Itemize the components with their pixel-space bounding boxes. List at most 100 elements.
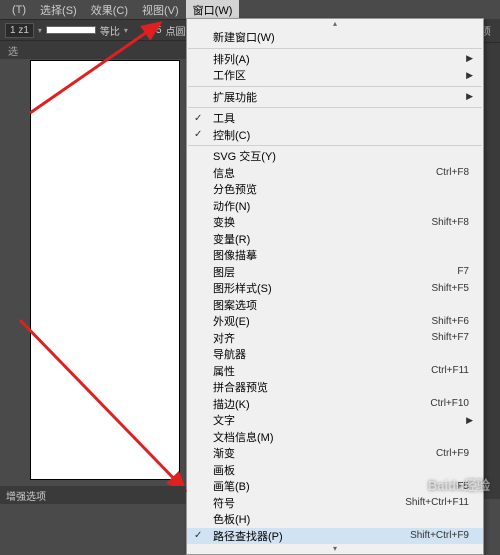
check-icon: ✓ [194, 530, 202, 541]
menu-select[interactable]: 选择(S) [33, 0, 84, 20]
menu-item[interactable]: 对齐 Shift+F7 [187, 330, 483, 347]
menu-item-label: 动作(N) [213, 198, 250, 214]
menu-item-label: 扩展功能 [213, 89, 257, 105]
menu-item[interactable]: 变换 Shift+F8 [187, 214, 483, 231]
menu-item-label: 拼合器预览 [213, 379, 268, 395]
menu-item[interactable]: 画板 [187, 462, 483, 479]
menu-shortcut: Ctrl+F11 [431, 365, 475, 376]
menu-item[interactable]: 图层 F7 [187, 264, 483, 281]
menu-item[interactable]: 新建窗口(W) [187, 29, 483, 46]
menu-item-label: 路径查找器(P) [213, 528, 283, 544]
menu-item[interactable]: 拼合器预览 [187, 379, 483, 396]
chevron-down-icon[interactable]: ▾ [38, 26, 42, 35]
check-icon: ✓ [194, 129, 202, 140]
menu-item-label: 控制(C) [213, 127, 250, 143]
zoom-field[interactable]: 1 z1 [5, 23, 34, 38]
stroke-label: 等比 [100, 23, 120, 38]
menu-item-label: 图像描摹 [213, 247, 257, 263]
submenu-arrow-icon: ▶ [466, 415, 475, 426]
menu-item[interactable]: 分色预览 [187, 181, 483, 198]
menu-item[interactable]: ✓ 工具 [187, 110, 483, 127]
menu-shortcut: F7 [457, 266, 475, 277]
points-field[interactable]: 5 [156, 25, 162, 36]
scroll-down-icon[interactable]: ▾ [187, 544, 483, 554]
menu-t[interactable]: (T) [5, 2, 33, 18]
menu-item-label: 图形样式(S) [213, 280, 272, 296]
menu-item[interactable]: 文档信息(M) [187, 429, 483, 446]
menu-item[interactable]: 动作(N) [187, 198, 483, 215]
menu-item[interactable]: 导航器 [187, 346, 483, 363]
menu-item[interactable]: 图案选项 [187, 297, 483, 314]
menu-item-label: 属性 [213, 363, 235, 379]
menu-item[interactable]: 外观(E) Shift+F6 [187, 313, 483, 330]
menu-separator [188, 107, 482, 108]
menu-shortcut: Shift+F6 [431, 316, 475, 327]
menu-item[interactable]: 色板(H) [187, 511, 483, 528]
menu-shortcut: Ctrl+F10 [430, 398, 475, 409]
menu-shortcut: F5 [457, 481, 475, 492]
menu-item[interactable]: 工作区 ▶ [187, 67, 483, 84]
menu-item-label: 画笔(B) [213, 478, 250, 494]
tab-label[interactable]: 选 [8, 47, 18, 58]
menu-item-label: 外观(E) [213, 313, 250, 329]
menu-shortcut: Shift+F5 [431, 283, 475, 294]
menu-shortcut: Shift+Ctrl+F11 [405, 497, 475, 508]
menu-item-label: 符号 [213, 495, 235, 511]
stroke-preview [46, 26, 96, 34]
menu-item-label: 画板 [213, 462, 235, 478]
menu-shortcut: Shift+Ctrl+F9 [410, 530, 475, 541]
menu-item-label: 文档信息(M) [213, 429, 274, 445]
menu-item[interactable]: ✓ 控制(C) [187, 127, 483, 144]
menu-item[interactable]: 画笔(B) F5 [187, 478, 483, 495]
menu-item-label: 信息 [213, 165, 235, 181]
menu-item[interactable]: 符号 Shift+Ctrl+F11 [187, 495, 483, 512]
menu-item[interactable]: 描边(K)Ctrl+F10 [187, 396, 483, 413]
menu-item-label: 导航器 [213, 346, 246, 362]
menu-view[interactable]: 视图(V) [135, 0, 186, 20]
chevron-down-icon[interactable]: ▾ [124, 26, 128, 35]
menu-item[interactable]: SVG 交互(Y) [187, 148, 483, 165]
menu-window[interactable]: 窗口(W) [186, 0, 240, 20]
menu-separator [188, 145, 482, 146]
menu-item-label: 工具 [213, 110, 235, 126]
submenu-arrow-icon: ▶ [466, 91, 475, 102]
menu-item[interactable]: ✓ 路径查找器(P) Shift+Ctrl+F9 [187, 528, 483, 545]
menu-item-label: 新建窗口(W) [213, 29, 275, 45]
menu-shortcut: Shift+F7 [431, 332, 475, 343]
scroll-up-icon[interactable]: ▴ [187, 19, 483, 29]
menu-item-label: 渐变 [213, 445, 235, 461]
menu-item-label: 工作区 [213, 67, 246, 83]
menu-item[interactable]: 扩展功能 ▶ [187, 89, 483, 106]
menu-shortcut: Shift+F8 [431, 217, 475, 228]
menu-item-label: 排列(A) [213, 51, 250, 67]
menu-item-label: 文字 [213, 412, 235, 428]
menu-item-label: 对齐 [213, 330, 235, 346]
menu-item[interactable]: 文字 ▶ [187, 412, 483, 429]
menu-item[interactable]: 排列(A) ▶ [187, 51, 483, 68]
menu-shortcut: Ctrl+F9 [436, 448, 475, 459]
status-bar: 增强选项 [0, 486, 186, 504]
menu-item-label: 变换 [213, 214, 235, 230]
submenu-arrow-icon: ▶ [466, 53, 475, 64]
menu-separator [188, 48, 482, 49]
menubar: (T) 选择(S) 效果(C) 视图(V) 窗口(W) [0, 0, 500, 19]
menu-item-label: 图层 [213, 264, 235, 280]
menu-effect[interactable]: 效果(C) [84, 0, 135, 20]
check-icon: ✓ [194, 113, 202, 124]
menu-item-label: SVG 交互(Y) [213, 148, 276, 164]
menu-item[interactable]: 图形样式(S) Shift+F5 [187, 280, 483, 297]
menu-item[interactable]: 渐变 Ctrl+F9 [187, 445, 483, 462]
window-menu-dropdown: ▴ 新建窗口(W) 排列(A) ▶ 工作区 ▶ 扩展功能 ▶ ✓ 工具 ✓ 控制(C) SVG 交互(… [186, 18, 484, 555]
menu-item[interactable]: 变量(R) [187, 231, 483, 248]
menu-item-label: 分色预览 [213, 181, 257, 197]
status-label: 增强选项 [6, 492, 46, 503]
menu-item[interactable]: 图像描摹 [187, 247, 483, 264]
menu-item[interactable]: 信息 Ctrl+F8 [187, 165, 483, 182]
submenu-arrow-icon: ▶ [466, 70, 475, 81]
menu-item-label: 变量(R) [213, 231, 250, 247]
menu-separator [188, 86, 482, 87]
menu-item[interactable]: 属性 Ctrl+F11 [187, 363, 483, 380]
menu-shortcut: Ctrl+F8 [436, 167, 475, 178]
canvas[interactable] [30, 60, 180, 480]
menu-item-label: 图案选项 [213, 297, 257, 313]
